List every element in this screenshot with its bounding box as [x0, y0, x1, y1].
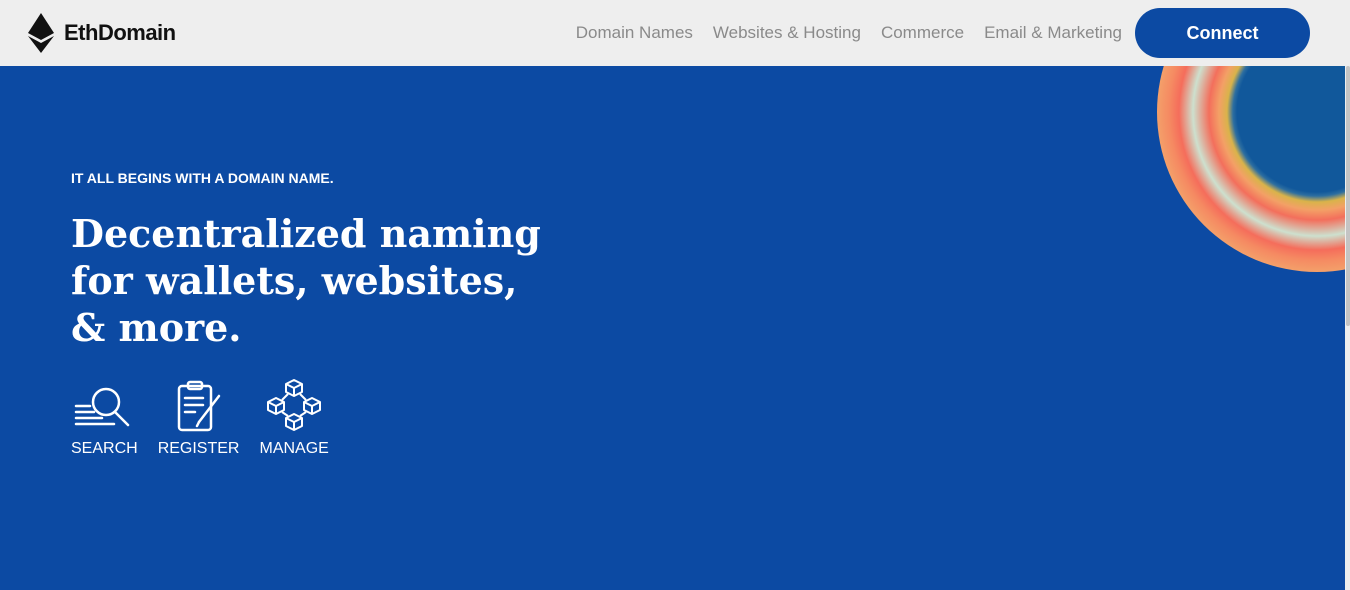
feature-list: SEARCH REGISTER MANAGE: [71, 378, 349, 458]
ethereum-logo-icon: [28, 13, 54, 53]
brand-name: EthDomain: [64, 20, 176, 45]
brand-logo[interactable]: EthDomain: [28, 13, 176, 53]
feature-search[interactable]: SEARCH: [71, 378, 138, 458]
main-nav: Domain Names Websites & Hosting Commerce…: [556, 0, 1122, 66]
decorative-ring: [1157, 66, 1345, 272]
nav-email-marketing[interactable]: Email & Marketing: [984, 23, 1122, 43]
feature-register-label: REGISTER: [157, 440, 240, 457]
nav-websites-hosting[interactable]: Websites & Hosting: [713, 23, 861, 43]
feature-manage[interactable]: MANAGE: [259, 378, 329, 458]
feature-register[interactable]: REGISTER: [157, 378, 240, 458]
manage-icon: [267, 379, 322, 431]
nav-domain-names[interactable]: Domain Names: [576, 23, 693, 43]
search-icon: [75, 387, 130, 427]
hero-eyebrow: IT ALL BEGINS WITH A DOMAIN NAME.: [71, 170, 334, 186]
feature-search-label: SEARCH: [71, 440, 138, 457]
register-icon: [177, 380, 220, 432]
hero-headline: Decentralized naming for wallets, websit…: [71, 211, 541, 350]
top-header: EthDomain Domain Names Websites & Hostin…: [0, 0, 1350, 66]
connect-button[interactable]: Connect: [1135, 8, 1310, 58]
nav-commerce[interactable]: Commerce: [881, 23, 964, 43]
feature-manage-label: MANAGE: [259, 440, 329, 457]
scrollbar-thumb[interactable]: [1346, 66, 1350, 326]
hero-section: IT ALL BEGINS WITH A DOMAIN NAME. Decent…: [0, 66, 1345, 590]
